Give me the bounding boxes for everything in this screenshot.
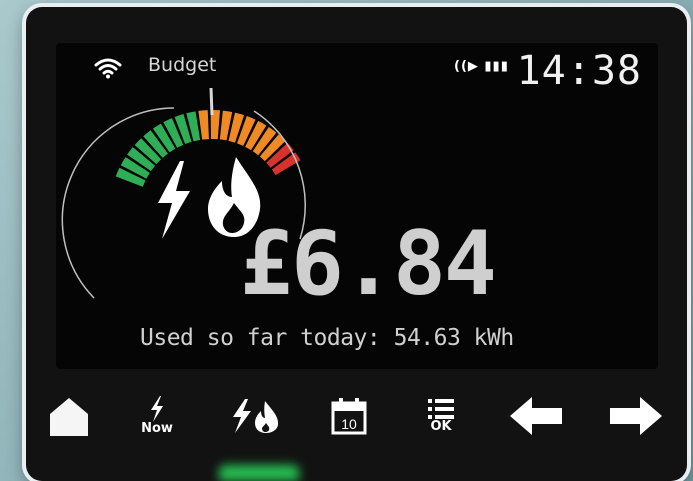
cost-today: £6.84	[240, 212, 497, 315]
dual-fuel-button[interactable]	[226, 381, 286, 451]
electricity-icon	[158, 161, 190, 239]
smart-meter-display: Budget ((▶ ▮▮▮ 14:38 £6.84 Used so far t…	[26, 7, 687, 481]
forward-button[interactable]	[606, 381, 666, 451]
home-button[interactable]	[46, 381, 92, 451]
status-led	[219, 465, 299, 481]
ok-label: OK	[430, 419, 452, 434]
now-label: Now	[141, 421, 173, 436]
back-button[interactable]	[506, 381, 566, 451]
budget-marker	[209, 87, 214, 116]
arrow-left-icon	[510, 397, 562, 435]
arrow-right-icon	[610, 397, 662, 435]
usage-today: Used so far today: 54.63 kWh	[140, 325, 514, 351]
menu-ok-button[interactable]: OK	[418, 381, 464, 451]
calendar-button[interactable]: 10	[326, 381, 372, 451]
menu-list-icon	[428, 399, 454, 419]
clock-time: 14:38	[516, 48, 642, 94]
home-icon	[50, 398, 88, 436]
calendar-icon: 10	[331, 398, 367, 435]
now-button[interactable]: Now	[134, 381, 180, 451]
display-screen: Budget ((▶ ▮▮▮ 14:38 £6.84 Used so far t…	[56, 43, 658, 369]
gauge-segment	[198, 110, 209, 140]
lightning-icon	[151, 396, 163, 422]
calendar-day: 10	[341, 416, 357, 432]
dual-fuel-icon	[233, 399, 279, 433]
signal-status: ((▶ ▮▮▮	[454, 59, 509, 74]
